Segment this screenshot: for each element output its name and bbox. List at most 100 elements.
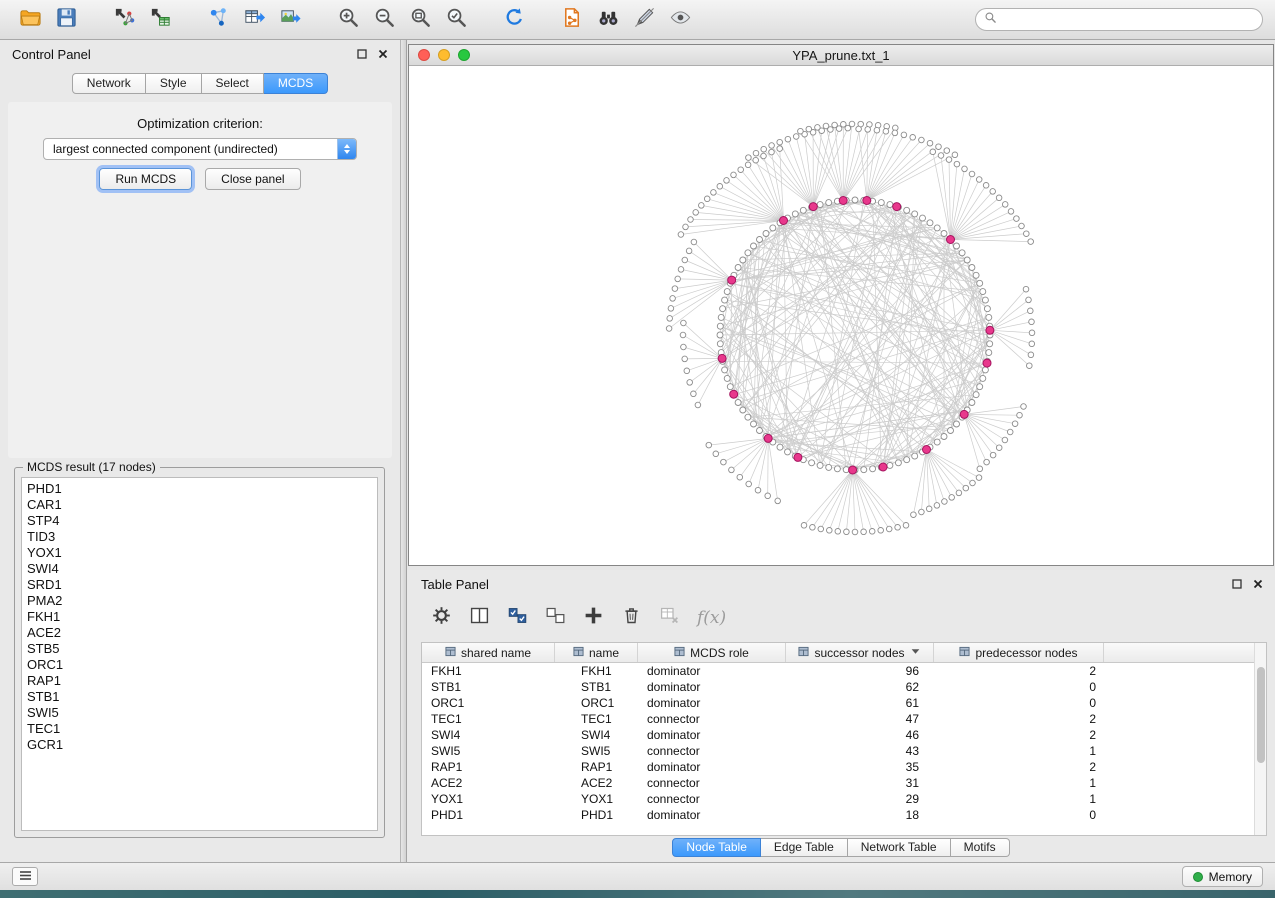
- table-cell[interactable]: STB1: [422, 679, 555, 695]
- document-share-button[interactable]: [554, 4, 590, 36]
- close-panel-button[interactable]: Close panel: [205, 168, 300, 190]
- chevron-down-icon[interactable]: [910, 646, 921, 660]
- result-item[interactable]: PMA2: [22, 593, 377, 609]
- table-cell[interactable]: SWI5: [422, 743, 555, 759]
- tab-motifs[interactable]: Motifs: [951, 838, 1010, 857]
- result-item[interactable]: ACE2: [22, 625, 377, 641]
- table-cell[interactable]: dominator: [638, 663, 786, 679]
- column-header-shared-name[interactable]: shared name: [422, 643, 555, 662]
- table-cell[interactable]: 1: [934, 791, 1104, 807]
- tab-select[interactable]: Select: [202, 73, 264, 94]
- table-cell[interactable]: 0: [934, 679, 1104, 695]
- table-cell[interactable]: PHD1: [422, 807, 555, 823]
- table-cell[interactable]: connector: [638, 711, 786, 727]
- show-columns-button[interactable]: [469, 605, 490, 631]
- table-cell[interactable]: 2: [934, 727, 1104, 743]
- network-window-titlebar[interactable]: YPA_prune.txt_1: [409, 45, 1273, 66]
- table-cell[interactable]: 96: [786, 663, 934, 679]
- table-row[interactable]: STB1STB1dominator620: [422, 679, 1266, 695]
- close-window-icon[interactable]: [418, 49, 430, 61]
- column-header-predecessor-nodes[interactable]: predecessor nodes: [934, 643, 1104, 662]
- table-cell[interactable]: dominator: [638, 727, 786, 743]
- result-item[interactable]: STP4: [22, 513, 377, 529]
- run-mcds-button[interactable]: Run MCDS: [99, 168, 192, 190]
- table-cell[interactable]: 62: [786, 679, 934, 695]
- refresh-button[interactable]: [496, 4, 532, 36]
- tab-mcds[interactable]: MCDS: [264, 73, 328, 94]
- memory-button[interactable]: Memory: [1182, 866, 1263, 887]
- table-cell[interactable]: 0: [934, 807, 1104, 823]
- table-cell[interactable]: ORC1: [422, 695, 555, 711]
- result-item[interactable]: SWI5: [22, 705, 377, 721]
- result-item[interactable]: FKH1: [22, 609, 377, 625]
- table-cell[interactable]: 61: [786, 695, 934, 711]
- search-network-button[interactable]: [590, 4, 626, 36]
- zoom-selected-button[interactable]: [438, 4, 474, 36]
- result-item[interactable]: CAR1: [22, 497, 377, 513]
- table-cell[interactable]: FKH1: [422, 663, 555, 679]
- table-cell[interactable]: dominator: [638, 759, 786, 775]
- result-item[interactable]: TID3: [22, 529, 377, 545]
- table-cell[interactable]: 1: [934, 775, 1104, 791]
- result-item[interactable]: SWI4: [22, 561, 377, 577]
- table-row[interactable]: ORC1ORC1dominator610: [422, 695, 1266, 711]
- table-row[interactable]: TEC1TEC1connector472: [422, 711, 1266, 727]
- export-network-button[interactable]: [200, 4, 236, 36]
- result-item[interactable]: PHD1: [22, 481, 377, 497]
- table-cell[interactable]: 47: [786, 711, 934, 727]
- table-cell[interactable]: ACE2: [555, 775, 638, 791]
- import-network-file-button[interactable]: [106, 4, 142, 36]
- float-panel-icon[interactable]: [357, 47, 367, 62]
- zoom-out-button[interactable]: [366, 4, 402, 36]
- status-menu-button[interactable]: [12, 867, 38, 886]
- table-cell[interactable]: PHD1: [555, 807, 638, 823]
- table-cell[interactable]: STB1: [555, 679, 638, 695]
- table-cell[interactable]: 43: [786, 743, 934, 759]
- result-item[interactable]: ORC1: [22, 657, 377, 673]
- graphics-details-button[interactable]: [626, 4, 662, 36]
- criterion-dropdown[interactable]: largest connected component (undirected): [43, 138, 357, 160]
- result-item[interactable]: STB1: [22, 689, 377, 705]
- result-item[interactable]: SRD1: [22, 577, 377, 593]
- table-cell[interactable]: dominator: [638, 807, 786, 823]
- table-cell[interactable]: 35: [786, 759, 934, 775]
- table-scrollbar-thumb[interactable]: [1257, 667, 1265, 763]
- table-cell[interactable]: connector: [638, 743, 786, 759]
- result-item[interactable]: STB5: [22, 641, 377, 657]
- export-table-button[interactable]: [236, 4, 272, 36]
- table-cell[interactable]: 2: [934, 663, 1104, 679]
- delete-column-button[interactable]: [621, 605, 642, 631]
- result-item[interactable]: GCR1: [22, 737, 377, 753]
- table-cell[interactable]: SWI5: [555, 743, 638, 759]
- table-cell[interactable]: dominator: [638, 679, 786, 695]
- table-cell[interactable]: SWI4: [555, 727, 638, 743]
- table-cell[interactable]: 29: [786, 791, 934, 807]
- tab-edge-table[interactable]: Edge Table: [761, 838, 848, 857]
- table-cell[interactable]: SWI4: [422, 727, 555, 743]
- show-hide-button[interactable]: [662, 4, 698, 36]
- zoom-fit-button[interactable]: [402, 4, 438, 36]
- tab-network-table[interactable]: Network Table: [848, 838, 951, 857]
- table-row[interactable]: FKH1FKH1dominator962: [422, 663, 1266, 679]
- close-panel-icon[interactable]: [378, 47, 388, 62]
- table-cell[interactable]: connector: [638, 791, 786, 807]
- save-session-button[interactable]: [48, 4, 84, 36]
- table-cell[interactable]: 1: [934, 743, 1104, 759]
- table-cell[interactable]: dominator: [638, 695, 786, 711]
- network-canvas[interactable]: [409, 67, 1273, 565]
- select-all-columns-button[interactable]: [507, 605, 528, 631]
- table-row[interactable]: SWI5SWI5connector431: [422, 743, 1266, 759]
- maximize-window-icon[interactable]: [458, 49, 470, 61]
- table-cell[interactable]: RAP1: [422, 759, 555, 775]
- tab-node-table[interactable]: Node Table: [672, 838, 761, 857]
- export-image-button[interactable]: [272, 4, 308, 36]
- vertical-splitter[interactable]: [400, 40, 407, 862]
- open-file-button[interactable]: [12, 4, 48, 36]
- toolbar-search[interactable]: [975, 8, 1263, 31]
- close-table-panel-icon[interactable]: [1253, 577, 1263, 592]
- tab-network[interactable]: Network: [72, 73, 146, 94]
- column-header-name[interactable]: name: [555, 643, 638, 662]
- zoom-in-button[interactable]: [330, 4, 366, 36]
- table-scrollbar[interactable]: [1254, 643, 1266, 835]
- table-settings-button[interactable]: [431, 605, 452, 631]
